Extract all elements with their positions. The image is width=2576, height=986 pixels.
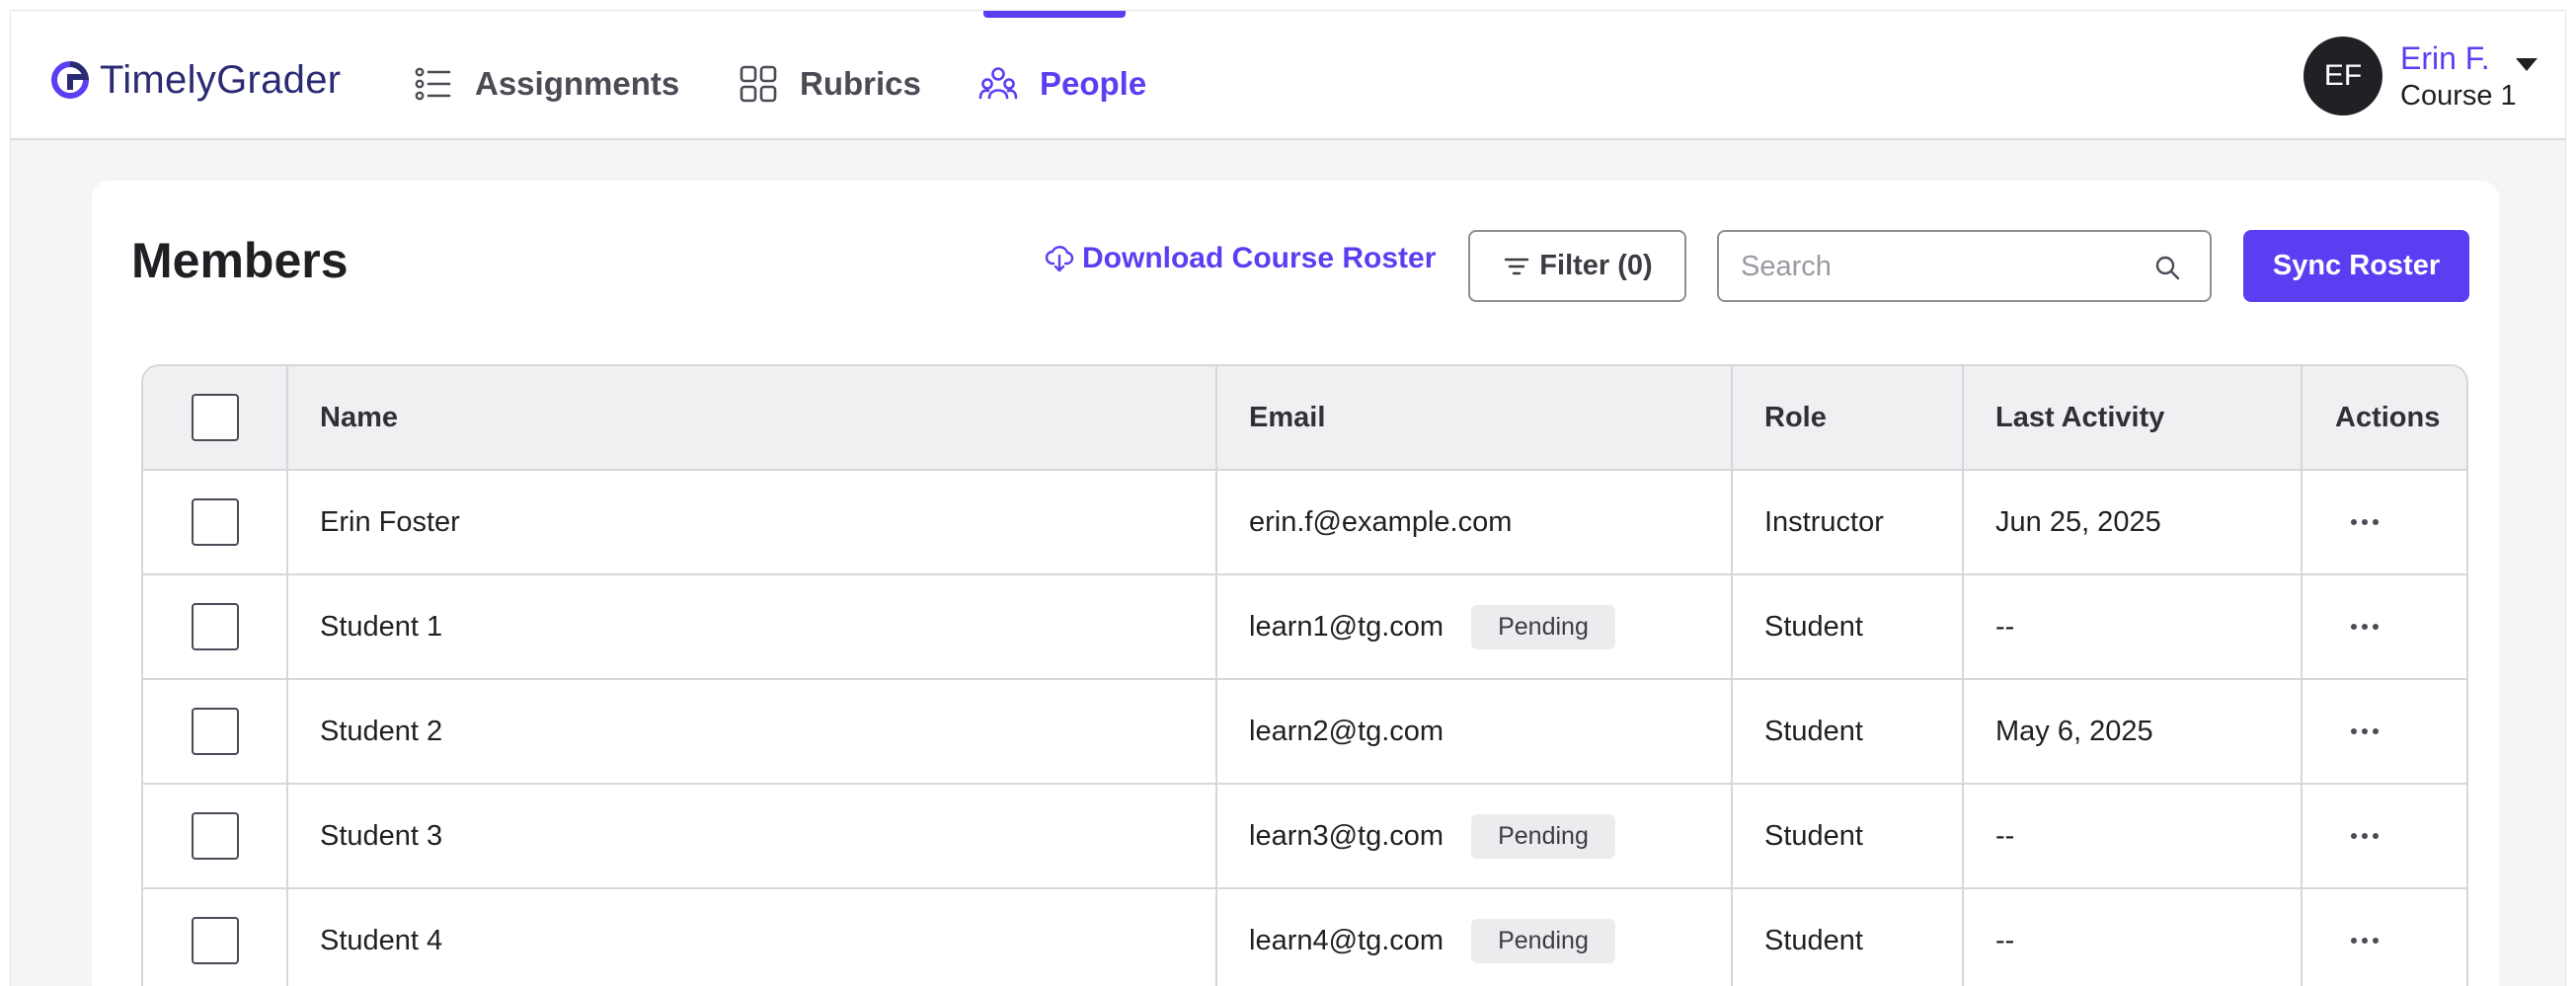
table-row: Student 3 learn3@tg.com Pending Student … (143, 785, 2466, 889)
app-frame: TimelyGrader Assignments Rubrics People … (10, 10, 2566, 986)
member-name: Student 3 (286, 785, 1215, 887)
row-actions-cell (2301, 575, 2466, 678)
column-header-last-activity[interactable]: Last Activity (1962, 366, 2301, 469)
filter-button[interactable]: Filter (0) (1468, 230, 1686, 302)
member-role: Student (1731, 680, 1962, 783)
active-tab-indicator (983, 11, 1126, 18)
member-email-cell: learn3@tg.com Pending (1215, 785, 1731, 887)
row-actions-cell (2301, 889, 2466, 986)
nav-label-assignments: Assignments (475, 65, 680, 102)
user-course: Course 1 (2400, 80, 2517, 112)
download-roster-label: Download Course Roster (1082, 242, 1437, 274)
page-title: Members (131, 233, 349, 288)
row-checkbox[interactable] (191, 708, 239, 755)
column-header-actions: Actions (2301, 366, 2466, 469)
nav-item-assignments[interactable]: Assignments (414, 54, 679, 114)
member-name: Student 2 (286, 680, 1215, 783)
members-table: Name Email Role Last Activity Actions Er… (141, 364, 2468, 986)
table-row: Student 2 learn2@tg.com Student May 6, 2… (143, 680, 2466, 785)
member-email-cell: erin.f@example.com (1215, 471, 1731, 573)
chevron-down-icon[interactable] (2516, 58, 2537, 71)
table-row: Erin Foster erin.f@example.com Instructo… (143, 471, 2466, 575)
member-email-cell: learn2@tg.com (1215, 680, 1731, 783)
column-header-role[interactable]: Role (1731, 366, 1962, 469)
people-icon (978, 67, 1018, 100)
list-icon (415, 67, 451, 101)
status-badge: Pending (1471, 918, 1615, 963)
member-email-cell: learn4@tg.com Pending (1215, 889, 1731, 986)
row-checkbox[interactable] (191, 498, 239, 546)
row-select-cell (143, 889, 286, 986)
brand[interactable]: TimelyGrader (50, 50, 341, 110)
member-email-cell: learn1@tg.com Pending (1215, 575, 1731, 678)
row-select-cell (143, 471, 286, 573)
sync-roster-button[interactable]: Sync Roster (2243, 230, 2469, 302)
table-row: Student 4 learn4@tg.com Pending Student … (143, 889, 2466, 986)
nav-label-people: People (1040, 65, 1147, 102)
download-roster-link[interactable]: Download Course Roster (1045, 242, 1436, 275)
row-select-cell (143, 680, 286, 783)
more-horizontal-icon[interactable] (2350, 937, 2380, 945)
timelygrader-logo-icon (51, 61, 89, 99)
select-all-checkbox[interactable] (191, 394, 239, 441)
column-header-name[interactable]: Name (286, 366, 1215, 469)
row-select-cell (143, 785, 286, 887)
filter-label: Filter (0) (1539, 250, 1653, 281)
member-role: Student (1731, 575, 1962, 678)
member-last-activity: -- (1962, 785, 2301, 887)
member-email: learn2@tg.com (1249, 715, 1444, 747)
row-actions-cell (2301, 471, 2466, 573)
column-header-email[interactable]: Email (1215, 366, 1731, 469)
member-last-activity: -- (1962, 575, 2301, 678)
member-email: learn4@tg.com (1249, 924, 1444, 956)
more-horizontal-icon[interactable] (2350, 518, 2380, 526)
row-actions-cell (2301, 680, 2466, 783)
select-all-cell (143, 366, 286, 469)
member-last-activity: May 6, 2025 (1962, 680, 2301, 783)
row-checkbox[interactable] (191, 603, 239, 650)
row-select-cell (143, 575, 286, 678)
grid-icon (740, 65, 777, 103)
top-navbar: TimelyGrader Assignments Rubrics People … (11, 11, 2565, 140)
user-name: Erin F. (2400, 40, 2490, 76)
member-role: Student (1731, 785, 1962, 887)
more-horizontal-icon[interactable] (2350, 832, 2380, 840)
search-box (1717, 230, 2212, 302)
app-name: TimelyGrader (100, 57, 342, 102)
table-header-row: Name Email Role Last Activity Actions (143, 366, 2466, 471)
status-badge: Pending (1471, 813, 1615, 859)
member-role: Student (1731, 889, 1962, 986)
user-menu[interactable]: EF Erin F. Course 1 (2303, 37, 2517, 115)
member-last-activity: Jun 25, 2025 (1962, 471, 2301, 573)
row-actions-cell (2301, 785, 2466, 887)
row-checkbox[interactable] (191, 812, 239, 860)
cloud-download-icon (1045, 246, 1074, 272)
search-icon[interactable] (2153, 254, 2183, 283)
status-badge: Pending (1471, 604, 1615, 649)
member-name: Erin Foster (286, 471, 1215, 573)
member-email: erin.f@example.com (1249, 505, 1513, 538)
member-role: Instructor (1731, 471, 1962, 573)
more-horizontal-icon[interactable] (2350, 623, 2380, 631)
member-name: Student 4 (286, 889, 1215, 986)
member-email: learn3@tg.com (1249, 819, 1444, 852)
more-horizontal-icon[interactable] (2350, 727, 2380, 735)
member-name: Student 1 (286, 575, 1215, 678)
avatar: EF (2303, 37, 2382, 115)
search-input[interactable] (1741, 246, 2136, 287)
nav-label-rubrics: Rubrics (800, 65, 921, 102)
members-card: Members Download Course Roster Filter (0… (92, 181, 2499, 986)
row-checkbox[interactable] (191, 917, 239, 964)
user-info: Erin F. Course 1 (2400, 38, 2517, 114)
nav-item-rubrics[interactable]: Rubrics (739, 54, 921, 114)
member-last-activity: -- (1962, 889, 2301, 986)
filter-icon (1505, 258, 1529, 274)
member-email: learn1@tg.com (1249, 610, 1444, 643)
table-row: Student 1 learn1@tg.com Pending Student … (143, 575, 2466, 680)
nav-item-people[interactable]: People (978, 54, 1146, 114)
